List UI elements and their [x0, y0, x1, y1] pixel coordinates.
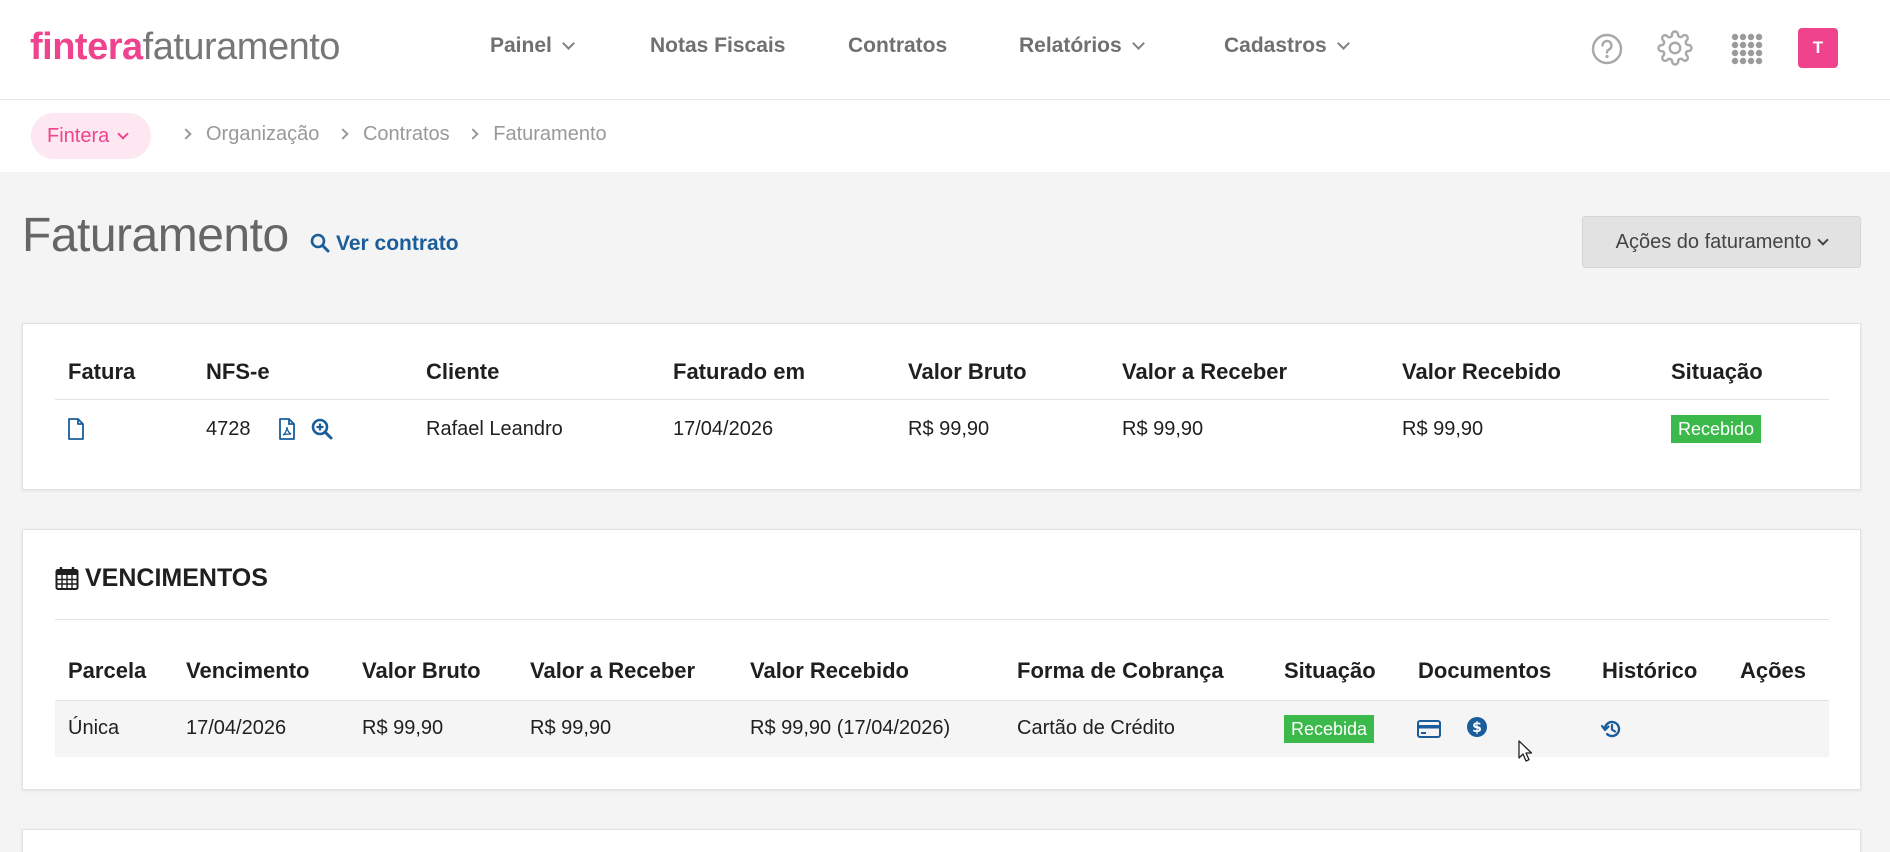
- acoes-faturamento-label: Ações do faturamento: [1615, 231, 1812, 253]
- header-documentos: Documentos: [1418, 658, 1552, 683]
- header-valor-bruto: Valor Bruto: [908, 359, 1027, 384]
- credit-card-icon[interactable]: [1417, 720, 1441, 743]
- vencimentos-card: VENCIMENTOS Parcela Vencimento Valor Bru…: [22, 529, 1861, 790]
- acoes-faturamento-button[interactable]: Ações do faturamento: [1582, 216, 1861, 268]
- status-badge: Recebido: [1671, 415, 1762, 443]
- help-icon[interactable]: [1590, 32, 1624, 66]
- faturado-em-date: 17/04/2026: [673, 418, 774, 440]
- payment-receipt-icon[interactable]: $: [1466, 716, 1488, 743]
- header-valor-recebido: Valor Recebido: [1402, 359, 1561, 384]
- fatura-card: Fatura NFS-e Cliente Faturado em Valor B…: [22, 323, 1861, 490]
- nav-relatorios[interactable]: Relatórios: [1019, 34, 1145, 58]
- top-navbar: finterafaturamento Painel Notas Fiscais …: [0, 0, 1890, 100]
- logo-product: faturamento: [142, 26, 341, 68]
- nfse-number: 4728: [206, 418, 251, 440]
- vencimentos-title-label: VENCIMENTOS: [85, 564, 268, 592]
- ver-contrato-label: Ver contrato: [336, 232, 459, 255]
- valor-bruto-value: R$ 99,90: [362, 717, 444, 739]
- chevron-down-icon: [1336, 37, 1350, 50]
- chevron-down-icon: [1817, 234, 1830, 246]
- header-situacao: Situação: [1284, 658, 1376, 683]
- logo-brand: fintera: [30, 26, 143, 68]
- header-valor-recebido: Valor Recebido: [750, 658, 909, 683]
- forma-cobranca-value: Cartão de Crédito: [1017, 717, 1175, 739]
- parcela-value: Única: [68, 717, 120, 739]
- vencimento-value: 17/04/2026: [186, 717, 287, 739]
- app-logo[interactable]: finterafaturamento: [30, 26, 340, 69]
- pdf-icon[interactable]: [278, 418, 296, 445]
- nav-notas-fiscais-label: Notas Fiscais: [650, 34, 786, 57]
- mouse-cursor-icon: [1518, 740, 1533, 767]
- table-divider: [55, 399, 1829, 400]
- header-valor-a-receber: Valor a Receber: [1122, 359, 1288, 384]
- valor-bruto: R$ 99,90: [908, 418, 990, 440]
- chevron-down-icon: [1131, 37, 1145, 50]
- breadcrumb-faturamento: Faturamento: [493, 123, 607, 145]
- nav-cadastros-label: Cadastros: [1224, 34, 1327, 57]
- breadcrumb: Organização Contratos Faturamento: [176, 123, 607, 146]
- nav-contratos[interactable]: Contratos: [848, 34, 947, 58]
- org-selector[interactable]: Fintera: [31, 113, 152, 159]
- valor-recebido-value: R$ 99,90 (17/04/2026): [750, 717, 951, 739]
- vencimentos-title: VENCIMENTOS: [55, 564, 268, 593]
- header-valor-bruto: Valor Bruto: [362, 658, 481, 683]
- nav-painel[interactable]: Painel: [490, 34, 575, 58]
- chevron-right-icon: [467, 128, 479, 140]
- next-section-card: [22, 829, 1861, 852]
- chevron-down-icon: [117, 128, 129, 140]
- nav-contratos-label: Contratos: [848, 34, 948, 57]
- gear-icon[interactable]: [1657, 30, 1693, 66]
- apps-grid-icon[interactable]: [1730, 32, 1764, 66]
- zoom-in-icon[interactable]: [311, 418, 333, 445]
- org-selector-label: Fintera: [47, 125, 110, 147]
- history-icon[interactable]: [1600, 719, 1623, 744]
- chevron-right-icon: [337, 128, 349, 140]
- header-nfse: NFS-e: [206, 359, 270, 384]
- header-acoes: Ações: [1740, 658, 1807, 683]
- section-divider: [55, 619, 1829, 620]
- chevron-right-icon: [180, 128, 192, 140]
- nav-relatorios-label: Relatórios: [1019, 34, 1122, 57]
- page-title: Faturamento: [22, 209, 289, 262]
- header-cliente: Cliente: [426, 359, 500, 384]
- header-valor-a-receber: Valor a Receber: [530, 658, 696, 683]
- svg-text:$: $: [1472, 720, 1482, 736]
- chevron-down-icon: [562, 37, 575, 50]
- header-situacao: Situação: [1671, 359, 1763, 384]
- ver-contrato-link[interactable]: Ver contrato: [310, 232, 459, 256]
- header-vencimento: Vencimento: [186, 658, 310, 683]
- valor-a-receber-value: R$ 99,90: [530, 717, 612, 739]
- nav-painel-label: Painel: [490, 34, 552, 57]
- user-avatar[interactable]: T: [1798, 28, 1838, 68]
- header-faturado-em: Faturado em: [673, 359, 806, 384]
- valor-a-receber: R$ 99,90: [1122, 418, 1204, 440]
- valor-recebido: R$ 99,90: [1402, 418, 1484, 440]
- breadcrumb-organizacao[interactable]: Organização: [206, 123, 319, 145]
- search-icon: [310, 233, 330, 253]
- calendar-icon: [55, 567, 79, 590]
- header-fatura: Fatura: [68, 359, 136, 384]
- status-badge: Recebida: [1284, 715, 1375, 743]
- breadcrumb-bar: Fintera Organização Contratos Faturament…: [0, 100, 1890, 172]
- breadcrumb-contratos[interactable]: Contratos: [363, 123, 450, 145]
- cliente-name: Rafael Leandro: [426, 418, 563, 440]
- header-parcela: Parcela: [68, 658, 147, 683]
- header-historico: Histórico: [1602, 658, 1698, 683]
- header-forma-cobranca: Forma de Cobrança: [1017, 658, 1224, 683]
- document-icon[interactable]: [67, 418, 85, 445]
- nav-cadastros[interactable]: Cadastros: [1224, 34, 1350, 58]
- nav-notas-fiscais[interactable]: Notas Fiscais: [650, 34, 785, 58]
